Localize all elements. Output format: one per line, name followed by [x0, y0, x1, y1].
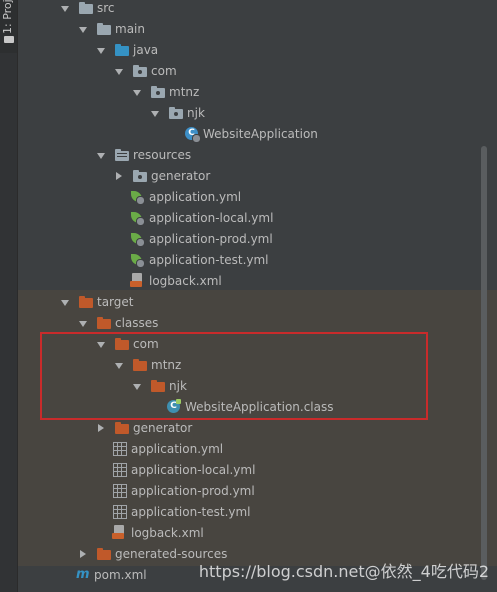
folder-icon [78, 1, 94, 15]
tree-node-target-logback-xml[interactable]: logback.xml [18, 522, 497, 543]
tree-node-target-application-yml[interactable]: application.yml [18, 438, 497, 459]
node-label: application-prod.yml [131, 483, 255, 498]
watermark: https://blog.csdn.net@依然_4吃代码2 [198, 562, 489, 581]
node-label: logback.xml [149, 273, 222, 288]
node-label: application.yml [149, 189, 242, 204]
expand-arrow-icon[interactable] [78, 24, 88, 34]
excluded-folder-icon [96, 547, 112, 561]
expand-arrow-icon[interactable] [78, 318, 88, 328]
node-label: application-test.yml [149, 252, 269, 267]
node-label: com [151, 63, 177, 78]
text-file-icon [113, 483, 127, 498]
tool-window-strip: 1: Project [0, 0, 18, 592]
tree-node-application-yml[interactable]: application.yml [18, 186, 497, 207]
spring-config-icon [130, 232, 145, 247]
text-file-icon [113, 504, 127, 519]
node-label: njk [187, 105, 205, 120]
excluded-folder-icon [114, 421, 130, 435]
maven-icon: m [76, 566, 90, 582]
node-label: application-prod.yml [149, 231, 273, 246]
tree-node-target-application-prod-yml[interactable]: application-prod.yml [18, 480, 497, 501]
collapse-arrow-icon[interactable] [78, 549, 88, 559]
node-label: target [97, 294, 134, 309]
tree-node-target-generator[interactable]: generator [18, 417, 497, 438]
package-icon [150, 85, 166, 99]
tree-node-mtnz[interactable]: mtnz [18, 81, 497, 102]
node-label: main [115, 21, 145, 36]
node-label: generator [151, 168, 211, 183]
tree-node-target[interactable]: target [18, 291, 497, 312]
expand-arrow-icon[interactable] [132, 87, 142, 97]
tree-node-classes[interactable]: classes [18, 312, 497, 333]
node-label: mtnz [169, 84, 200, 99]
tree-node-com[interactable]: com [18, 60, 497, 81]
tree-node-resources[interactable]: resources [18, 144, 497, 165]
project-tool-tab[interactable]: 1: Project [0, 0, 17, 53]
tree-node-application-test-yml[interactable]: application-test.yml [18, 249, 497, 270]
expand-arrow-icon[interactable] [150, 108, 160, 118]
xml-file-icon [112, 525, 126, 540]
node-label: application-local.yml [131, 462, 256, 477]
expand-arrow-icon[interactable] [60, 3, 70, 13]
node-label: logback.xml [131, 525, 204, 540]
node-label: application-local.yml [149, 210, 274, 225]
tree-node-logback-xml[interactable]: logback.xml [18, 270, 497, 291]
package-icon [168, 106, 184, 120]
node-label: src [97, 0, 115, 15]
node-label: application.yml [131, 441, 224, 456]
tree-node-generator[interactable]: generator [18, 165, 497, 186]
spring-config-icon [130, 190, 145, 205]
excluded-folder-icon [78, 295, 94, 309]
highlight-annotation-box [40, 332, 428, 420]
package-icon [132, 169, 148, 183]
excluded-folder-icon [96, 316, 112, 330]
node-label: pom.xml [94, 567, 147, 582]
project-folder-icon [4, 36, 14, 43]
package-icon [132, 64, 148, 78]
project-tool-tab-label: 1: Project [1, 0, 14, 34]
node-label: resources [133, 147, 192, 162]
project-tree[interactable]: src main java com mtnz njk C WebsiteAppl… [18, 0, 497, 592]
spring-config-icon [130, 211, 145, 226]
expand-arrow-icon[interactable] [60, 297, 70, 307]
tree-node-java[interactable]: java [18, 39, 497, 60]
tree-node-src[interactable]: src [18, 0, 497, 18]
expand-arrow-icon[interactable] [114, 66, 124, 76]
spring-boot-class-icon: C [184, 126, 201, 143]
xml-file-icon [130, 273, 144, 288]
collapse-arrow-icon[interactable] [96, 423, 106, 433]
tree-node-main[interactable]: main [18, 18, 497, 39]
tree-node-target-application-local-yml[interactable]: application-local.yml [18, 459, 497, 480]
expand-arrow-icon[interactable] [96, 150, 106, 160]
tree-node-website-application[interactable]: C WebsiteApplication [18, 123, 497, 144]
tree-node-application-prod-yml[interactable]: application-prod.yml [18, 228, 497, 249]
node-label: application-test.yml [131, 504, 251, 519]
expand-arrow-icon[interactable] [96, 45, 106, 55]
node-label: java [133, 42, 159, 57]
tree-node-njk[interactable]: njk [18, 102, 497, 123]
spring-config-icon [130, 253, 145, 268]
resources-folder-icon [114, 148, 130, 162]
text-file-icon [113, 441, 127, 456]
vertical-scrollbar[interactable] [481, 146, 487, 580]
source-folder-icon [114, 43, 130, 57]
folder-icon [96, 22, 112, 36]
tree-node-target-application-test-yml[interactable]: application-test.yml [18, 501, 497, 522]
collapse-arrow-icon[interactable] [114, 171, 124, 181]
text-file-icon [113, 462, 127, 477]
node-label: classes [115, 315, 159, 330]
node-label: WebsiteApplication [203, 126, 318, 141]
node-label: generator [133, 420, 193, 435]
tree-node-application-local-yml[interactable]: application-local.yml [18, 207, 497, 228]
